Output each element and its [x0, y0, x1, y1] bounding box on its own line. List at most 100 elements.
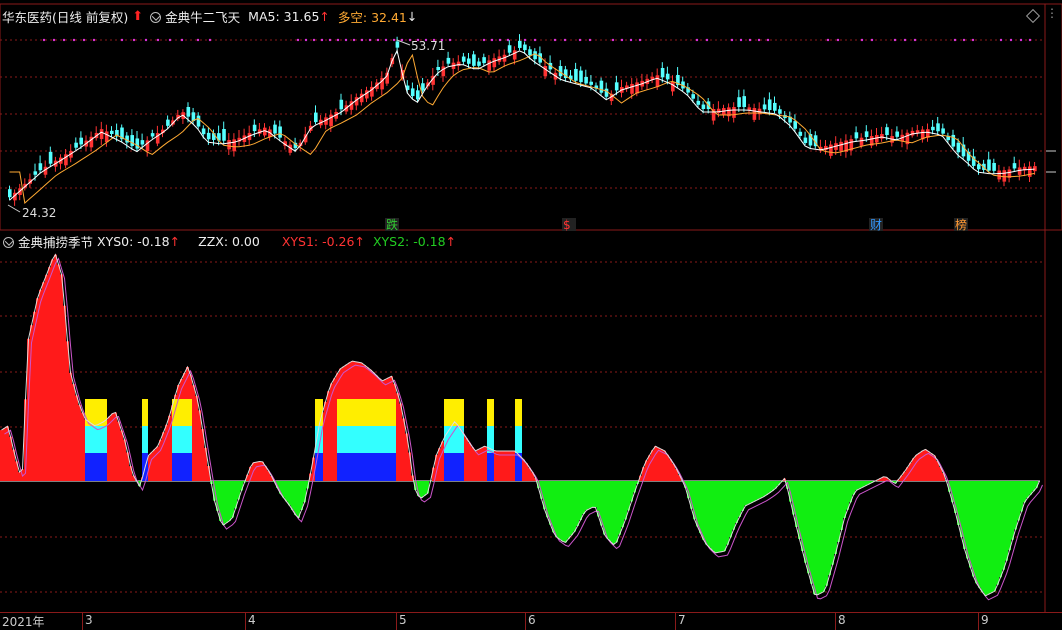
signal-dot [893, 38, 897, 42]
hist-bar-positive [195, 395, 198, 481]
xys1-arrow-icon: ↑ [354, 233, 365, 249]
hist-bar-negative [987, 481, 990, 595]
candle-body [737, 97, 741, 107]
hist-bar-positive [930, 453, 933, 481]
candle-body [1017, 167, 1022, 175]
hist-bar-negative [294, 481, 297, 515]
candle-body [8, 189, 12, 198]
signal-dot [328, 38, 332, 42]
hist-bar-negative [762, 481, 765, 497]
month-label-7: 7 [678, 613, 686, 627]
hist-bar-negative [561, 481, 564, 542]
hist-bar-negative [579, 481, 582, 520]
hist-bar-negative [567, 481, 570, 539]
candle-body [227, 140, 231, 150]
candle-body [421, 83, 425, 91]
hist-bar-negative [564, 481, 567, 543]
candle-body [441, 66, 446, 77]
candle-body [956, 142, 961, 153]
signal-dot [62, 38, 66, 42]
ma5-line [9, 49, 1035, 201]
signal-dot [400, 38, 404, 42]
signal-dot [523, 38, 527, 42]
candle-body [839, 141, 843, 152]
signal-block-yellow [315, 399, 323, 426]
candle-body [518, 40, 522, 48]
hist-bar-positive [72, 384, 75, 481]
hist-bar-positive [660, 449, 663, 481]
hist-bar-positive [162, 432, 165, 481]
hist-bar-positive [66, 341, 69, 481]
sub-indicator-name[interactable]: 金典捕捞季节 [18, 232, 93, 251]
hist-bar-negative [699, 481, 702, 534]
hist-bar-negative [768, 481, 771, 493]
hist-bar-positive [474, 450, 477, 481]
signal-dot [563, 38, 567, 42]
hist-bar-positive [48, 267, 51, 481]
hist-bar-negative [723, 481, 726, 552]
candle-body [487, 60, 491, 71]
candle-body [232, 139, 236, 152]
hist-bar-negative [585, 481, 588, 511]
hist-bar-negative [300, 481, 303, 510]
signal-dot [384, 38, 388, 42]
candle-body [671, 81, 675, 92]
stock-title[interactable]: 华东医药(日线 前复权) [2, 7, 128, 26]
candle-body [528, 49, 532, 56]
candle-body [1033, 166, 1037, 172]
candle-body [410, 88, 415, 97]
signal-dot [144, 38, 148, 42]
candle-body [732, 107, 736, 118]
candle-body [1002, 170, 1007, 182]
hist-bar-positive [468, 442, 471, 481]
candle-body [507, 45, 512, 53]
time-axis: 2021年 3 4 5 6 7 8 9 [0, 612, 1062, 630]
hist-bar-negative [846, 481, 849, 510]
hist-bar-positive [18, 472, 21, 481]
candle-body [130, 135, 134, 146]
signal-block-blue [487, 453, 494, 481]
signal-dot [42, 38, 46, 42]
candle-body [752, 108, 757, 120]
signal-dot [638, 38, 642, 42]
hist-bar-negative [834, 481, 837, 554]
candle-body [416, 90, 420, 100]
hist-bar-negative [1023, 481, 1026, 503]
hist-bar-negative [285, 481, 288, 502]
hist-bar-positive [60, 274, 63, 481]
hist-bar-negative [222, 481, 225, 525]
hist-bar-positive [69, 372, 72, 481]
indicator-toggle-icon[interactable] [150, 11, 162, 23]
candle-body [614, 82, 619, 91]
sub-indicator-toggle-icon[interactable] [3, 236, 14, 248]
hist-bar-positive [36, 298, 39, 481]
hist-bar-negative [858, 481, 861, 489]
candle-body [655, 75, 660, 88]
hist-bar-negative [624, 481, 627, 520]
hist-bar-negative [759, 481, 762, 499]
signal-dot [826, 38, 830, 42]
hist-bar-negative [735, 481, 738, 523]
hist-bar-negative [1011, 481, 1014, 540]
signal-dot [360, 38, 364, 42]
signal-dot [533, 38, 537, 42]
hist-bar-positive [333, 378, 336, 481]
candle-body [931, 126, 935, 131]
hist-bar-negative [984, 481, 987, 596]
hist-bar-positive [33, 311, 36, 481]
candle-body [829, 144, 833, 156]
hist-bar-negative [828, 481, 831, 576]
hist-bar-negative [297, 481, 300, 518]
hist-bar-positive [117, 421, 120, 481]
hist-bar-positive [912, 458, 915, 481]
month-tick [978, 612, 979, 630]
hist-bar-negative [1026, 481, 1029, 499]
hist-bar-positive [465, 438, 468, 481]
main-indicator-name[interactable]: 金典牛二飞天 [165, 7, 240, 26]
signal-dot [836, 38, 840, 42]
hist-bar-negative [708, 481, 711, 548]
signal-dot [999, 38, 1003, 42]
hist-bar-negative [555, 481, 558, 538]
more-icon[interactable]: ⋮ [1046, 6, 1058, 20]
candle-body [1012, 163, 1017, 169]
